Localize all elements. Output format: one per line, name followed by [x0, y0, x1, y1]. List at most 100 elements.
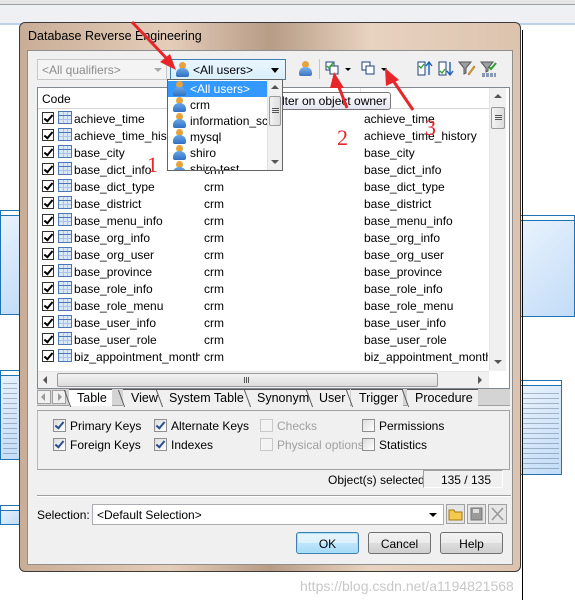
tab-system-table[interactable]: System Table — [161, 389, 249, 406]
ok-button[interactable]: OK — [296, 532, 359, 554]
checkbox[interactable] — [154, 419, 167, 432]
row-checkbox[interactable] — [42, 163, 54, 175]
column-header-code[interactable]: Code — [42, 92, 71, 106]
checkbox[interactable] — [362, 419, 375, 432]
dropdown-item[interactable]: mysql — [168, 129, 267, 145]
scroll-thumb[interactable] — [57, 373, 438, 387]
selection-combo[interactable]: <Default Selection> — [92, 504, 444, 525]
scroll-up-icon[interactable] — [271, 85, 279, 89]
chevron-down-icon[interactable] — [271, 68, 279, 73]
tab-procedure[interactable]: Procedure — [407, 389, 478, 406]
background-table-entity — [0, 505, 20, 525]
filter-edit-button[interactable] — [457, 60, 476, 78]
users-dropdown-list[interactable]: <All users> crm information_sch mysql shiro s… — [167, 79, 283, 171]
row-name: base_province — [364, 265, 443, 279]
table-row[interactable]: biz_appointment_month... crm biz_appointme… — [38, 348, 489, 365]
qualifiers-combo[interactable]: <All qualifiers> — [37, 59, 167, 80]
scroll-up-icon[interactable] — [494, 94, 502, 98]
chevron-down-icon[interactable] — [429, 513, 437, 517]
row-checkbox[interactable] — [42, 180, 54, 192]
table-row[interactable]: base_role_info crm base_role_info — [38, 280, 489, 297]
table-icon — [58, 247, 72, 260]
tab-user[interactable]: User — [311, 389, 351, 406]
row-checkbox[interactable] — [42, 146, 54, 158]
users-combo[interactable]: <All users> — [170, 59, 286, 80]
row-owner: crm — [204, 214, 224, 228]
table-row[interactable]: base_role_menu crm base_role_menu — [38, 297, 489, 314]
row-code: base_user_info — [74, 316, 157, 330]
row-checkbox[interactable] — [42, 299, 54, 311]
dropdown-item[interactable]: crm — [168, 97, 267, 113]
filter-apply-button[interactable] — [479, 60, 498, 78]
table-icon — [58, 264, 72, 277]
table-row[interactable]: base_dict_type crm base_dict_type — [38, 178, 489, 195]
cancel-button[interactable]: Cancel — [368, 532, 431, 554]
scroll-thumb[interactable] — [491, 107, 505, 129]
table-row[interactable]: base_user_role crm base_user_role — [38, 331, 489, 348]
option-label: Checks — [277, 419, 318, 433]
table-icon — [58, 298, 72, 311]
dropdown-scrollbar[interactable] — [267, 80, 282, 170]
scroll-down-icon[interactable] — [271, 160, 279, 164]
row-checkbox[interactable] — [42, 231, 54, 243]
checkbox[interactable] — [362, 438, 375, 451]
row-owner: crm — [204, 197, 224, 211]
dropdown-item[interactable]: <All users> — [168, 81, 267, 97]
row-checkbox[interactable] — [42, 333, 54, 345]
row-checkbox[interactable] — [42, 129, 54, 141]
row-checkbox[interactable] — [42, 214, 54, 226]
tab-scroll-left-button[interactable] — [37, 390, 51, 404]
select-all-button[interactable] — [324, 60, 342, 78]
move-down-button[interactable] — [437, 60, 455, 78]
tab-trigger[interactable]: Trigger — [351, 389, 404, 406]
dropdown-item[interactable]: shiro — [168, 145, 267, 161]
row-name: base_dict_info — [364, 163, 442, 177]
table-row[interactable]: base_menu_info crm base_menu_info — [38, 212, 489, 229]
checkbox[interactable] — [53, 438, 66, 451]
row-checkbox[interactable] — [42, 248, 54, 260]
row-checkbox[interactable] — [42, 197, 54, 209]
user-icon — [172, 129, 186, 145]
scroll-left-icon[interactable] — [43, 376, 47, 384]
move-up-button[interactable] — [416, 60, 434, 78]
deselect-all-dropdown-icon[interactable] — [381, 68, 387, 71]
toolbar-separator — [319, 59, 320, 79]
filter-owner-button[interactable] — [296, 60, 314, 78]
table-row[interactable]: base_district crm base_district — [38, 195, 489, 212]
dropdown-item-label: <All users> — [190, 82, 251, 96]
table-row[interactable]: base_user_info crm base_user_info — [38, 314, 489, 331]
select-all-dropdown-icon[interactable] — [345, 68, 351, 71]
deselect-all-button[interactable] — [360, 60, 378, 78]
table-row[interactable]: base_province crm base_province — [38, 263, 489, 280]
open-selection-button[interactable] — [446, 504, 465, 524]
checkbox[interactable] — [154, 438, 167, 451]
checkbox[interactable] — [53, 419, 66, 432]
table-row[interactable]: base_org_user crm base_org_user — [38, 246, 489, 263]
background-table-entity — [0, 370, 20, 460]
objects-selected-value: 135 / 135 — [423, 470, 503, 488]
option-label: Foreign Keys — [70, 438, 141, 452]
scroll-thumb[interactable] — [269, 96, 281, 126]
dialog-title: Database Reverse Engineering — [28, 29, 202, 43]
delete-selection-button[interactable] — [488, 504, 507, 524]
table-row[interactable]: base_org_info crm base_org_info — [38, 229, 489, 246]
row-checkbox[interactable] — [42, 350, 54, 362]
close-icon — [491, 507, 504, 521]
scroll-right-icon[interactable] — [478, 376, 482, 384]
dropdown-item[interactable]: shiro-test — [168, 161, 267, 170]
scroll-down-icon[interactable] — [494, 360, 502, 364]
row-owner: crm — [204, 180, 224, 194]
table-icon — [58, 281, 72, 294]
horizontal-scrollbar[interactable] — [38, 371, 489, 388]
row-checkbox[interactable] — [42, 112, 54, 124]
dropdown-item[interactable]: information_sch — [168, 113, 275, 129]
save-selection-button[interactable] — [467, 504, 486, 524]
help-button[interactable]: Help — [440, 532, 503, 554]
tab-table[interactable]: Table — [69, 389, 112, 406]
vertical-scrollbar[interactable] — [489, 88, 506, 371]
row-checkbox[interactable] — [42, 265, 54, 277]
row-checkbox[interactable] — [42, 316, 54, 328]
row-code: base_user_role — [74, 333, 157, 347]
row-checkbox[interactable] — [42, 282, 54, 294]
tab-synonym[interactable]: Synonym — [249, 389, 315, 406]
